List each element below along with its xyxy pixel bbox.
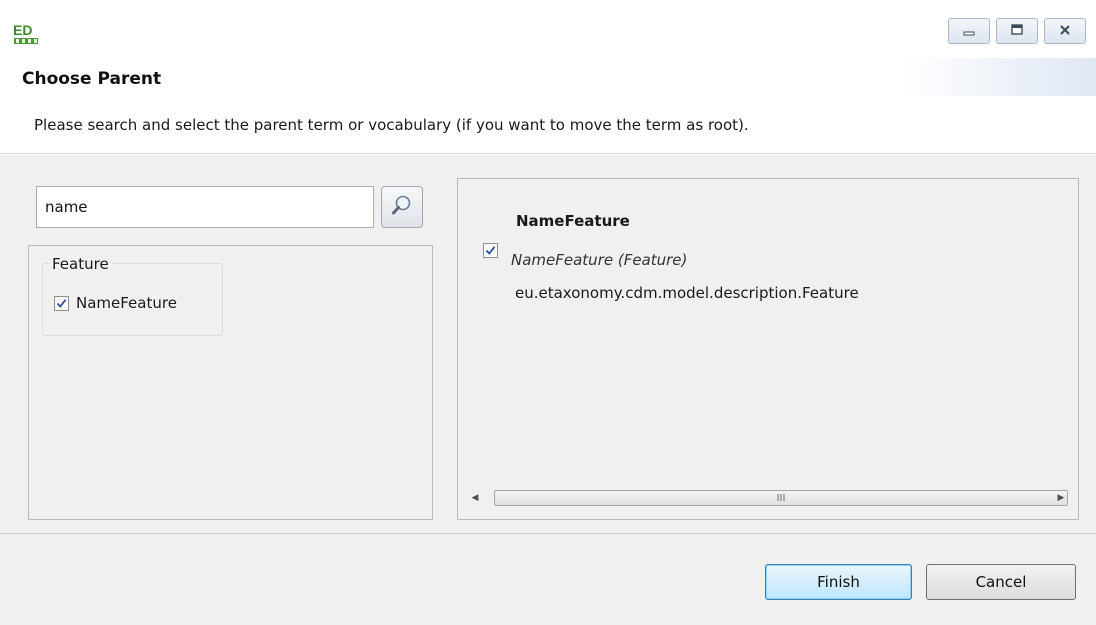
header-banner — [906, 58, 1096, 96]
results-list[interactable]: Feature NameFeature — [28, 245, 433, 520]
dialog-footer: Finish Cancel — [0, 533, 1096, 625]
dialog-header: Choose Parent Please search and select t… — [0, 58, 1096, 154]
svg-text:ED: ED — [13, 22, 32, 38]
dialog-description: Please search and select the parent term… — [34, 116, 749, 134]
minimize-button[interactable] — [948, 18, 990, 44]
scroll-right-arrow-icon[interactable]: ▶ — [1052, 489, 1070, 507]
result-group: Feature NameFeature — [42, 255, 223, 336]
minimize-icon — [962, 22, 976, 40]
magnifier-icon — [390, 193, 414, 221]
app-ed-icon: ED — [12, 20, 42, 46]
title-bar: ED — [0, 0, 1096, 58]
detail-type-label: NameFeature (Feature) — [511, 251, 688, 269]
search-button[interactable] — [381, 186, 423, 228]
scrollbar-thumb[interactable]: III — [494, 490, 1068, 506]
search-input[interactable] — [36, 186, 374, 228]
horizontal-scrollbar[interactable]: ◀ III ▶ — [466, 489, 1070, 507]
scrollbar-grip: III — [776, 492, 786, 504]
close-icon — [1058, 22, 1072, 40]
result-group-label: Feature — [49, 255, 112, 273]
cancel-button[interactable]: Cancel — [926, 564, 1076, 600]
detail-type-checkbox[interactable] — [483, 243, 498, 258]
maximize-icon — [1010, 22, 1024, 40]
scroll-left-arrow-icon[interactable]: ◀ — [466, 489, 484, 507]
close-button[interactable] — [1044, 18, 1086, 44]
result-checkbox[interactable] — [54, 295, 69, 311]
detail-type-row[interactable] — [483, 243, 498, 258]
detail-panel: NameFeature NameFeature (Feature) eu.eta… — [457, 178, 1079, 520]
detail-class-name: eu.etaxonomy.cdm.model.description.Featu… — [515, 284, 859, 302]
dialog-body: Feature NameFeature NameFeature NameFeat… — [0, 155, 1096, 533]
list-item[interactable]: NameFeature — [54, 294, 177, 312]
window-controls — [948, 18, 1086, 44]
result-item-label: NameFeature — [76, 294, 177, 312]
detail-title: NameFeature — [516, 212, 630, 230]
maximize-button[interactable] — [996, 18, 1038, 44]
dialog-title: Choose Parent — [22, 69, 162, 89]
finish-button[interactable]: Finish — [765, 564, 912, 600]
